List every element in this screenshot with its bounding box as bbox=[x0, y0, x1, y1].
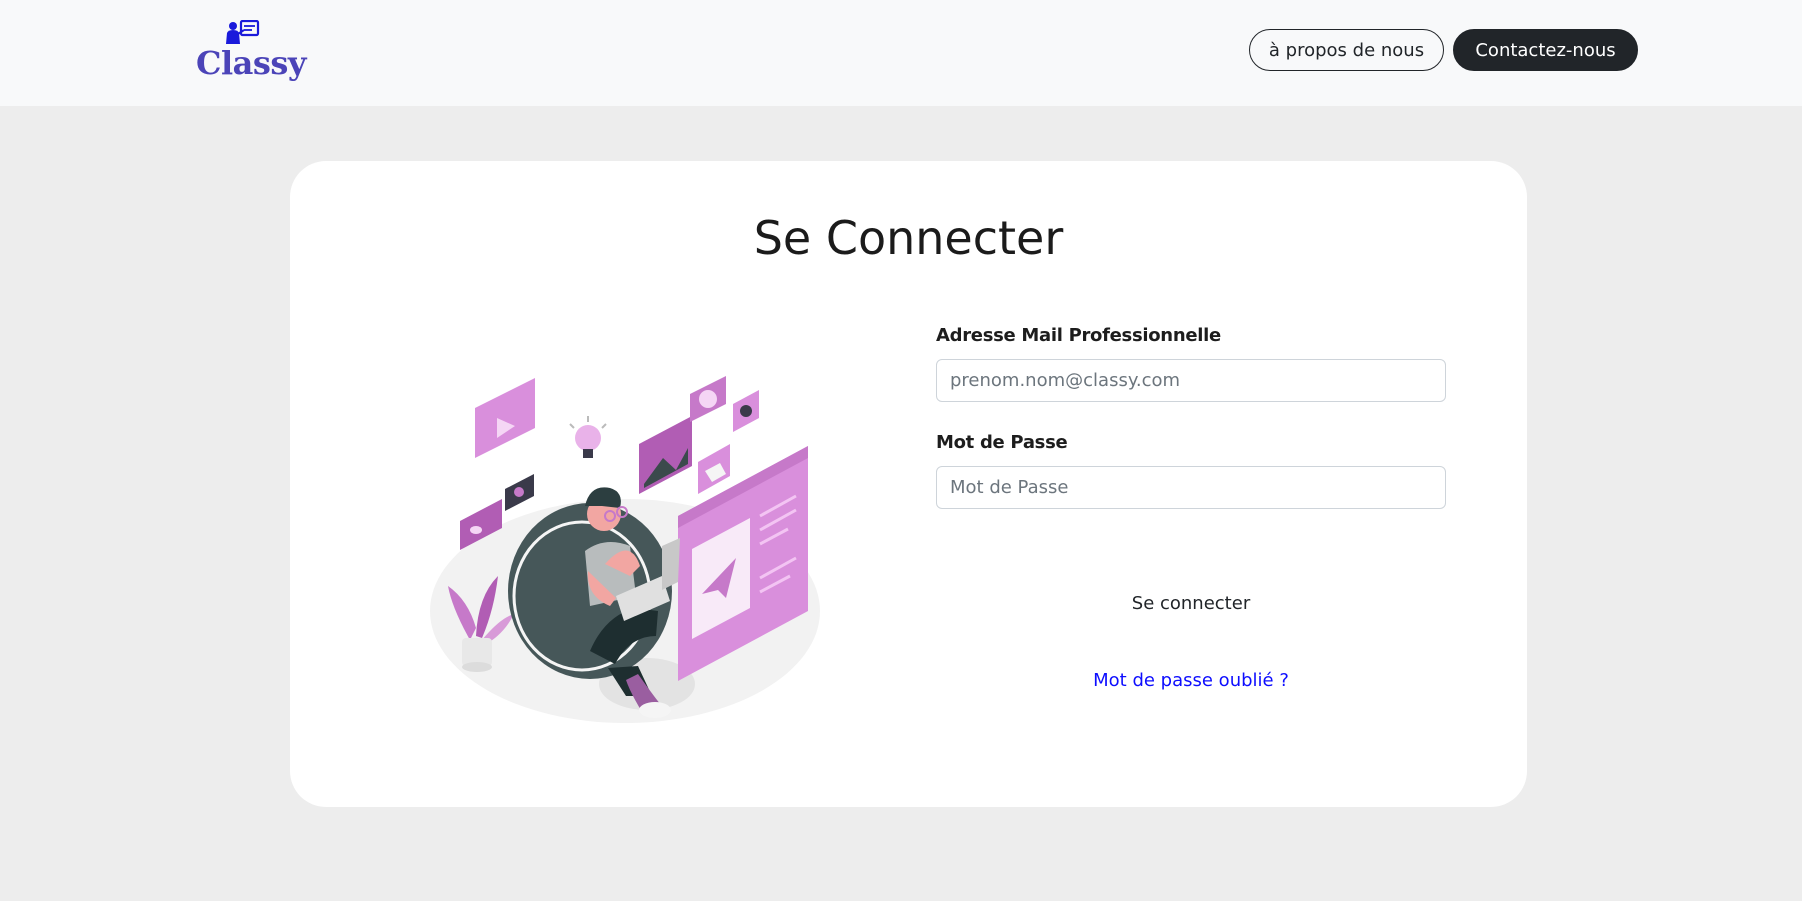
email-label: Adresse Mail Professionnelle bbox=[936, 325, 1221, 346]
login-button[interactable]: Se connecter bbox=[936, 582, 1446, 624]
password-label: Mot de Passe bbox=[936, 432, 1068, 453]
navbar: Classy à propos de nous Contactez-nous bbox=[0, 0, 1802, 106]
person-with-laptop-illustration bbox=[430, 376, 820, 723]
brand-logo[interactable]: Classy bbox=[194, 20, 306, 86]
password-field[interactable] bbox=[936, 466, 1446, 509]
login-card: Se Connecter Adresse Mail Professionnell… bbox=[290, 161, 1527, 807]
contact-button[interactable]: Contactez-nous bbox=[1453, 29, 1638, 71]
email-field[interactable] bbox=[936, 359, 1446, 402]
about-button[interactable]: à propos de nous bbox=[1249, 29, 1444, 71]
page-title: Se Connecter bbox=[753, 211, 1064, 265]
brand-name: Classy bbox=[196, 44, 306, 82]
forgot-password-link[interactable]: Mot de passe oublié ? bbox=[936, 670, 1446, 691]
